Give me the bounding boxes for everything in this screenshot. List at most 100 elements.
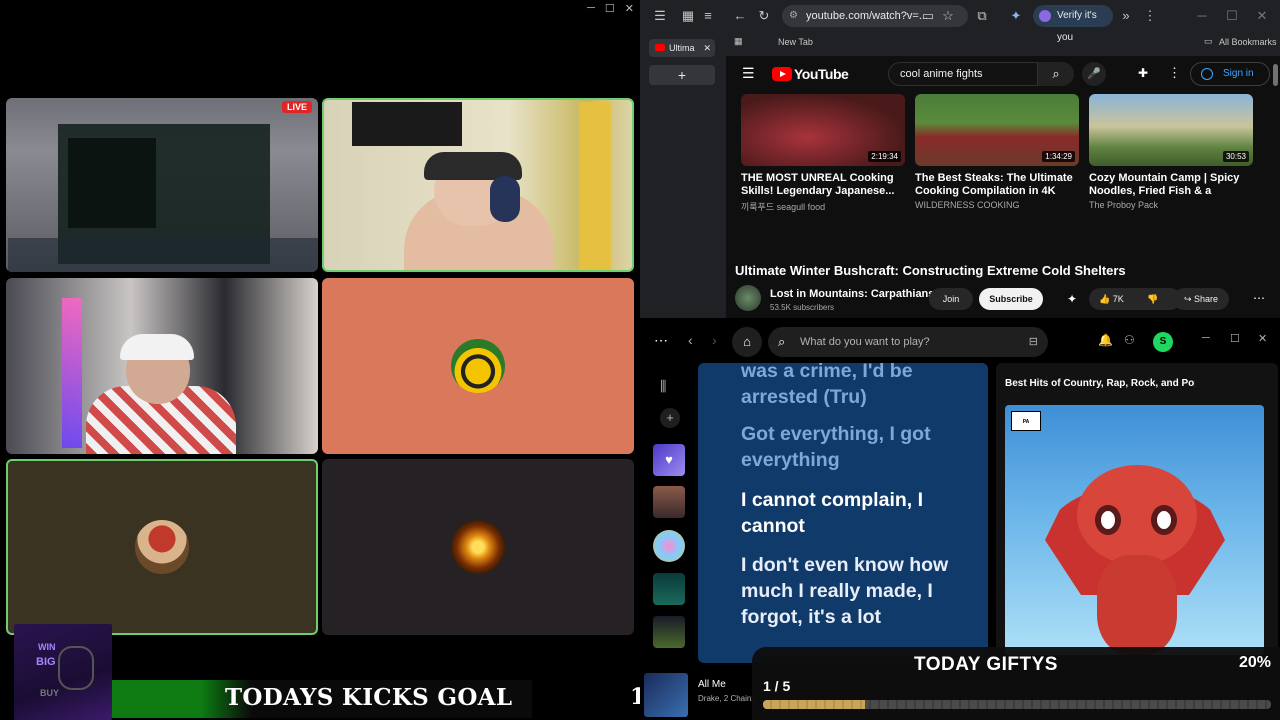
video-title[interactable]: The Best Steaks: The Ultimate Cooking Co… [915, 172, 1079, 198]
participant-tile-webcam-1[interactable] [322, 98, 634, 272]
video-card[interactable]: 1:34:29 The Best Steaks: The Ultimate Co… [915, 94, 1079, 210]
reload-icon[interactable]: ↻ [756, 8, 772, 24]
tab-search-icon[interactable]: ≡ [700, 8, 716, 24]
address-text: youtube.com/watch?v=... [806, 10, 928, 22]
lyric-line-past[interactable]: was a crime, I'd be arrested (Tru) [741, 363, 981, 410]
album-art-devil[interactable]: PA [1005, 405, 1264, 655]
bookmark-new-tab[interactable]: New Tab [778, 37, 813, 47]
participant-tile-webcam-2[interactable] [6, 278, 318, 454]
sidebar-menu-icon[interactable]: ☰ [652, 8, 668, 24]
more-actions-icon[interactable]: ⋯ [1253, 291, 1265, 305]
spotify-menu-icon[interactable]: ⋯ [654, 332, 668, 349]
forward-icon[interactable]: › [712, 332, 717, 348]
video-channel[interactable]: 끼룩푸드 seagull food [741, 200, 905, 213]
participant-tile-avatar-flame[interactable] [322, 459, 634, 635]
lyric-line-current[interactable]: I cannot complain, I cannot [741, 487, 981, 539]
like-icon[interactable]: 👍 [1099, 294, 1110, 304]
library-item[interactable] [653, 573, 685, 605]
notifications-icon[interactable]: 🔔 [1098, 333, 1113, 347]
video-title[interactable]: Cozy Mountain Camp | Spicy Noodles, Frie… [1089, 172, 1253, 198]
participant-tile-screenshare[interactable]: LIVE [6, 98, 318, 272]
participant-tile-avatar-gnome[interactable] [6, 459, 318, 635]
video-channel[interactable]: WILDERNESS COOKING [915, 200, 1079, 210]
verify-button[interactable]: Verify it's you [1033, 5, 1113, 43]
video-channel[interactable]: The Proboy Pack [1089, 200, 1253, 210]
close-icon[interactable]: ✕ [1254, 8, 1270, 24]
track-name[interactable]: All Me [698, 679, 726, 690]
track-artist[interactable]: Drake, 2 Chainz [698, 694, 755, 703]
youtube-logo-icon[interactable] [772, 67, 792, 81]
liked-songs-heart-icon[interactable]: ♥ [653, 444, 685, 476]
folder-icon: ▭ [1204, 36, 1213, 46]
bookmark-star-icon[interactable]: ☆ [940, 8, 956, 24]
maximize-icon[interactable]: ☐ [1224, 8, 1240, 24]
video-thumbnail[interactable]: 1:34:29 [915, 94, 1079, 166]
minimize-icon[interactable]: ─ [1202, 332, 1210, 344]
library-item[interactable] [653, 486, 685, 518]
close-tab-icon[interactable]: ✕ [703, 39, 711, 57]
sign-in-button[interactable]: Sign in [1190, 62, 1270, 86]
gift-goal-overlay: TODAY GIFTYS 20% 1 / 5 [752, 647, 1280, 720]
participant-tile-avatar-bee[interactable] [322, 278, 634, 454]
youtube-search-input[interactable]: cool anime fights ✕ [888, 62, 1057, 86]
video-title[interactable]: THE MOST UNREAL Cooking Skills! Legendar… [741, 172, 905, 198]
search-value: cool anime fights [900, 68, 983, 80]
minimize-icon[interactable]: ─ [587, 2, 595, 15]
lyric-line-future[interactable]: I don't even know how much I really made… [741, 552, 981, 630]
add-playlist-icon[interactable]: + [660, 408, 680, 428]
video-card[interactable]: 30:53 Cozy Mountain Camp | Spicy Noodles… [1089, 94, 1253, 210]
share-button[interactable]: ↪ Share [1173, 288, 1229, 310]
library-icon[interactable]: ⫼ [660, 378, 666, 395]
gemini-icon[interactable]: ✦ [1008, 8, 1024, 24]
dislike-icon[interactable]: 👎 [1147, 288, 1158, 310]
youtube-logo-text[interactable]: YouTube [794, 66, 849, 82]
tab-youtube[interactable]: Ultima ✕ [649, 39, 715, 57]
new-tab-button[interactable]: + [649, 65, 715, 85]
maximize-icon[interactable]: ☐ [1230, 332, 1240, 345]
sparkle-icon[interactable]: ✦ [1067, 292, 1077, 306]
library-item[interactable] [653, 530, 685, 562]
extensions-icon[interactable]: ⧉ [974, 8, 990, 24]
spotify-search-input[interactable]: ⌕ What do you want to play? ⊟ [768, 327, 1048, 357]
minimize-icon[interactable]: ─ [1194, 8, 1210, 24]
kebab-menu-icon[interactable]: ⋮ [1142, 8, 1158, 24]
lyric-line-past[interactable]: Got everything, I got everything [741, 421, 981, 473]
now-playing-cover[interactable] [644, 673, 688, 717]
video-thumbnail[interactable]: 2:19:34 [741, 94, 905, 166]
cast-icon[interactable]: ▭ [920, 8, 936, 24]
settings-kebab-icon[interactable]: ⋮ [1168, 65, 1181, 81]
back-icon[interactable]: ‹ [688, 332, 693, 348]
hamburger-menu-icon[interactable]: ☰ [742, 65, 755, 82]
close-icon[interactable]: ✕ [1258, 332, 1267, 345]
playlist-title[interactable]: Best Hits of Country, Rap, Rock, and Pop [1005, 378, 1195, 389]
gift-goal-progress-track [763, 700, 1271, 709]
join-button[interactable]: Join [929, 288, 973, 310]
search-icon[interactable]: ⌕ [1038, 62, 1074, 86]
parental-advisory-icon: PA [1011, 411, 1041, 431]
led-light [62, 298, 82, 448]
home-icon[interactable]: ⌂ [732, 327, 762, 357]
channel-avatar[interactable] [735, 285, 761, 311]
scrollbar-thumb[interactable] [1273, 64, 1278, 86]
tab-grid-icon[interactable]: ▦ [680, 8, 696, 24]
friends-icon[interactable]: ⚇ [1124, 333, 1135, 347]
browse-icon[interactable]: ⊟ [1029, 327, 1038, 357]
back-icon[interactable]: ← [732, 8, 748, 24]
apps-grid-icon[interactable]: ▦ [734, 36, 743, 47]
all-bookmarks[interactable]: All Bookmarks [1219, 37, 1277, 47]
video-card[interactable]: 2:19:34 THE MOST UNREAL Cooking Skills! … [741, 94, 905, 213]
create-icon[interactable]: ✚ [1138, 66, 1148, 80]
user-avatar[interactable]: S [1153, 332, 1173, 352]
game-hud [8, 238, 318, 272]
library-item[interactable] [653, 616, 685, 648]
mic-icon[interactable]: 🎤 [1082, 62, 1106, 86]
subscribe-button[interactable]: Subscribe [979, 288, 1043, 310]
like-count[interactable]: 7K [1113, 294, 1124, 304]
site-info-icon[interactable]: ⚙ [789, 5, 798, 27]
video-thumbnail[interactable]: 30:53 [1089, 94, 1253, 166]
expand-icon[interactable]: » [1118, 8, 1134, 24]
maximize-icon[interactable]: ☐ [605, 2, 615, 15]
white-cap [120, 334, 194, 360]
channel-name[interactable]: Lost in Mountains: Carpathians [770, 288, 934, 300]
close-icon[interactable]: ✕ [625, 2, 634, 15]
